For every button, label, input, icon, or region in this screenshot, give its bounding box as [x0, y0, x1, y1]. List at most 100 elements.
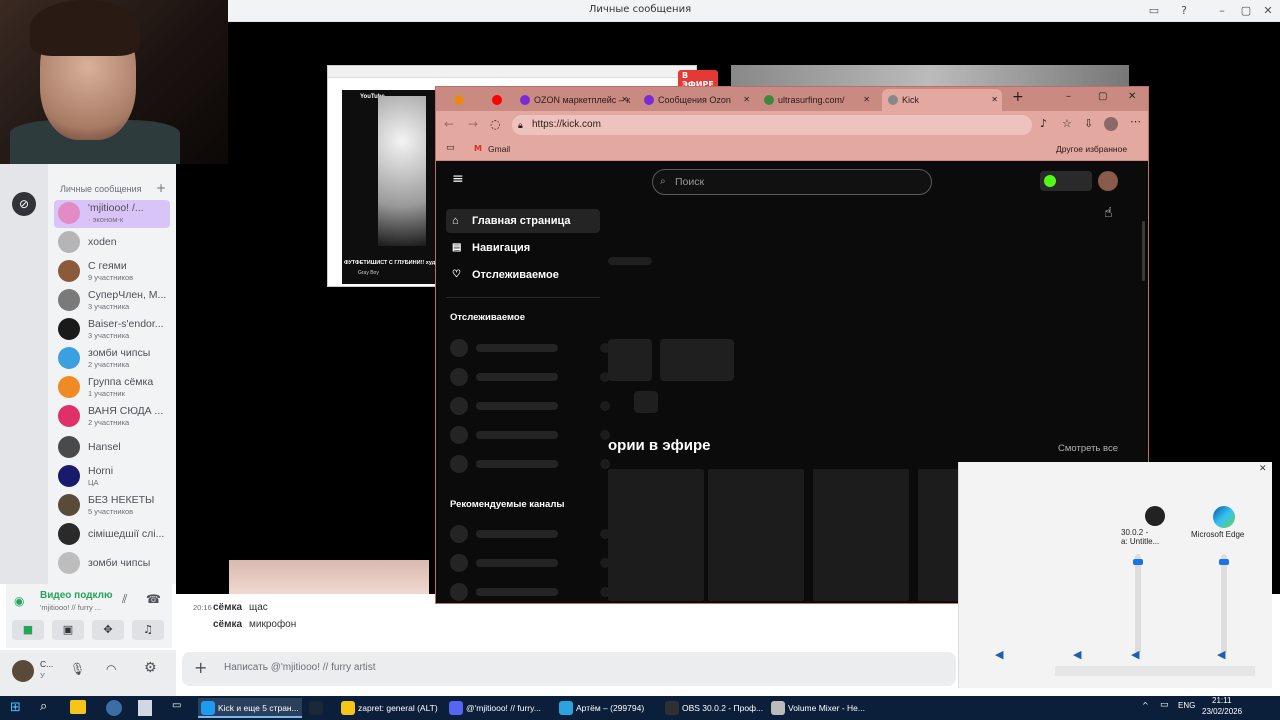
activities-button[interactable]: ✥	[92, 620, 124, 640]
dm-item[interactable]: зомби чипсы	[54, 550, 170, 578]
browser-tab[interactable]: Kick ✕	[882, 89, 1002, 111]
tab-close-icon[interactable]: ✕	[863, 89, 870, 111]
speaker-icon[interactable]: ◀	[1217, 648, 1225, 661]
back-icon[interactable]: ←	[444, 117, 454, 131]
tab-close-icon[interactable]: ✕	[991, 89, 998, 111]
horizontal-scrollbar[interactable]	[1055, 666, 1255, 676]
volume-slider[interactable]	[1219, 554, 1229, 654]
tab-close-icon[interactable]: ✕	[743, 89, 750, 111]
tray-chevron-icon[interactable]: ^	[1142, 701, 1149, 710]
clock-date[interactable]: 23/02/2026	[1202, 707, 1242, 716]
close-button[interactable]: ✕	[1128, 91, 1136, 102]
category-card[interactable]	[608, 469, 704, 601]
see-all-link[interactable]: Смотреть все	[1058, 443, 1118, 454]
help-icon[interactable]: ?	[1176, 3, 1192, 19]
search-icon[interactable]: ⌕	[40, 699, 47, 714]
favorites-icon[interactable]: ☆	[1062, 117, 1072, 130]
favorite-gmail[interactable]: Gmail	[488, 144, 510, 154]
dm-item[interactable]: СуперЧлен, М... 3 участника	[54, 287, 170, 315]
dm-item[interactable]: xoden	[54, 229, 170, 257]
app-icon[interactable]	[106, 700, 122, 716]
maximize-button[interactable]: ▢	[1238, 3, 1254, 19]
message-author[interactable]: сёмка	[213, 602, 242, 613]
taskbar-item[interactable]	[306, 698, 332, 718]
taskbar-item[interactable]: Артём – (299794)	[556, 698, 660, 718]
scrollbar[interactable]	[1142, 221, 1145, 281]
volume-slider[interactable]	[1133, 554, 1143, 654]
dm-item[interactable]: Hansel	[54, 434, 170, 462]
nav-home[interactable]: ⌂ Главная страница	[446, 209, 600, 233]
category-card[interactable]	[708, 469, 804, 601]
language-indicator[interactable]: ENG	[1178, 701, 1195, 710]
loading-icon[interactable]: ◌	[490, 117, 500, 131]
network-icon[interactable]: ▭	[1160, 700, 1169, 710]
category-card[interactable]	[813, 469, 909, 601]
browser-tab[interactable]: OZON маркетплейс – к ✕	[514, 89, 632, 111]
disconnect-icon[interactable]: ☎	[146, 592, 161, 606]
message-author[interactable]: сёмка	[213, 619, 242, 630]
download-icon[interactable]: ⇩	[1084, 117, 1093, 130]
app-icon[interactable]	[138, 700, 152, 716]
dm-item[interactable]: зомби чипсы 2 участника	[54, 345, 170, 373]
tab-close-icon[interactable]: ✕	[621, 89, 628, 111]
speaker-icon[interactable]: ◀	[1073, 648, 1081, 661]
message-composer[interactable]: + Написать @'mjitiooo! // furry artist	[182, 652, 956, 686]
taskbar-item[interactable]: OBS 30.0.2 - Проф...	[662, 698, 766, 718]
taskbar-item[interactable]: zapret: general (ALT)	[338, 698, 442, 718]
microphone-icon[interactable]: 🎙︎	[70, 662, 85, 676]
headphones-icon[interactable]: ◠	[106, 662, 116, 676]
discover-icon[interactable]: ⊘	[12, 192, 36, 216]
dm-item[interactable]: С геями 9 участников	[54, 258, 170, 286]
dm-item[interactable]: 'mjitiooo! /... · эконом-к	[54, 200, 170, 228]
volume-thumb[interactable]	[1133, 559, 1143, 565]
speaker-icon[interactable]: ◀	[995, 648, 1003, 661]
clock-time[interactable]: 21:11	[1212, 696, 1231, 705]
other-favorites[interactable]: Другое избранное	[1056, 144, 1127, 154]
camera-button[interactable]: ■	[12, 620, 44, 640]
new-dm-button[interactable]: +	[156, 181, 166, 195]
avatar[interactable]	[12, 660, 34, 682]
soundboard-button[interactable]: ♫	[132, 620, 164, 640]
hamburger-menu-icon[interactable]: ≡	[452, 171, 464, 187]
url-field[interactable]: 🔒︎ https://kick.com	[512, 115, 1032, 135]
minimize-button[interactable]: –	[1214, 3, 1230, 19]
dm-item[interactable]: Horni ЦА	[54, 463, 170, 491]
start-icon[interactable]: ⊞	[10, 700, 21, 715]
collections-icon[interactable]: ♪	[1040, 117, 1047, 130]
volume-thumb[interactable]	[1219, 559, 1229, 565]
more-menu-icon[interactable]: ⋯	[1130, 115, 1141, 128]
screen-share-button[interactable]: ▣	[52, 620, 84, 640]
noise-suppression-icon[interactable]: ⫽	[122, 592, 127, 607]
dm-item[interactable]: Группа сёмка 1 участник	[54, 374, 170, 402]
nav-browse[interactable]: ▤ Навигация	[446, 236, 600, 260]
dm-item[interactable]: Baiser-s'endor... 3 участника	[54, 316, 170, 344]
file-explorer-icon[interactable]	[70, 700, 86, 714]
dm-item[interactable]: ВАНЯ СЮДА ... 2 участника	[54, 403, 170, 431]
maximize-button[interactable]: ▢	[1098, 91, 1107, 102]
nav-following[interactable]: ♡ Отслеживаемое	[446, 263, 600, 287]
kick-avatar[interactable]	[1098, 171, 1118, 191]
browser-tab[interactable]: Сообщения Ozon ✕	[638, 89, 754, 111]
dm-item[interactable]: БЕЗ НЕКЕТЫ 5 участников	[54, 492, 170, 520]
taskbar-item[interactable]: Volume Mixer - He...	[768, 698, 872, 718]
forward-icon[interactable]: →	[468, 117, 478, 131]
close-icon[interactable]: ✕	[1259, 464, 1267, 474]
tab-actions-icon[interactable]: ▭	[446, 143, 455, 153]
browser-tab[interactable]	[448, 89, 478, 111]
settings-gear-icon[interactable]: ⚙	[144, 660, 157, 676]
kick-search-input[interactable]: ⌕ Поиск	[652, 169, 932, 195]
close-button[interactable]: ✕	[1260, 3, 1276, 19]
new-tab-button[interactable]: +	[1012, 89, 1024, 105]
inbox-icon[interactable]: ▭	[1146, 3, 1162, 19]
speaker-icon[interactable]: ◀	[1131, 648, 1139, 661]
browser-tab[interactable]	[486, 89, 508, 111]
taskbar-item[interactable]: Kick и еще 5 стран...	[198, 698, 302, 718]
voice-channel[interactable]: 'mjitiooo! // furry ...	[40, 603, 101, 612]
minimize-button[interactable]: –	[1066, 91, 1071, 102]
dm-item[interactable]: сімішедшії слі...	[54, 521, 170, 549]
app-icon[interactable]: ▭	[172, 700, 181, 711]
taskbar-item[interactable]: @'mjitiooo! // furry...	[446, 698, 550, 718]
attach-plus-icon[interactable]: +	[194, 658, 207, 677]
xbox-button[interactable]	[1040, 171, 1092, 191]
profile-icon[interactable]	[1104, 117, 1118, 131]
